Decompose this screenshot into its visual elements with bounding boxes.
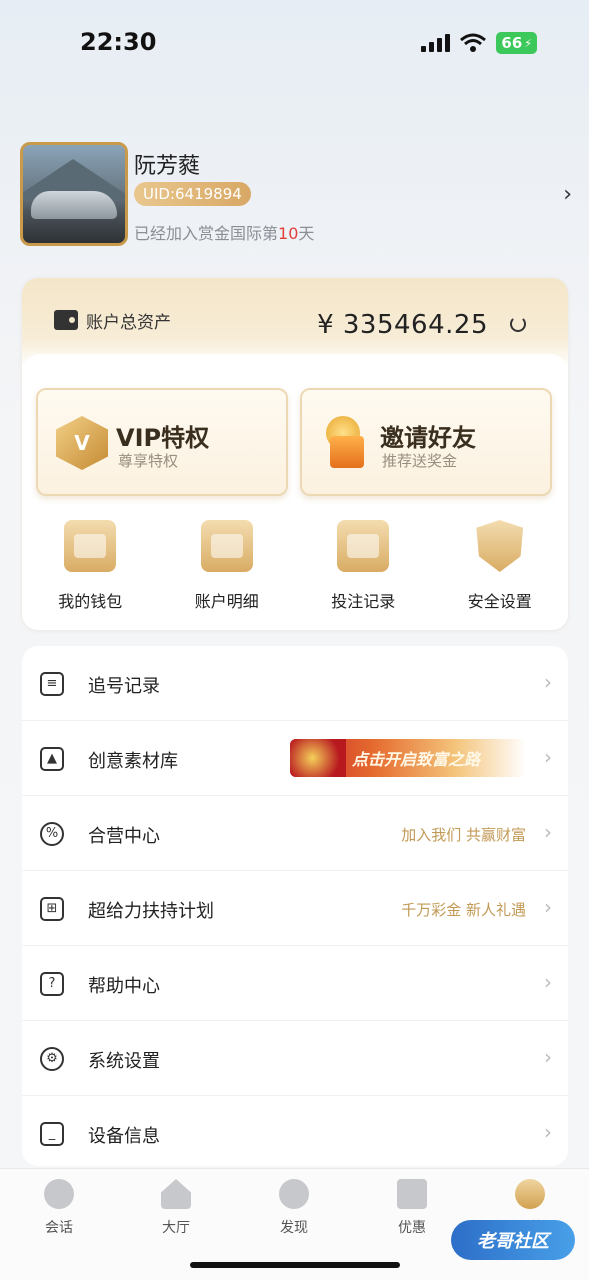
menu-item-partner-center[interactable]: % 合营中心 加入我们 共赢财富 › [22, 796, 568, 871]
tab-label: 优惠 [398, 1220, 426, 1236]
device-icon: _ [40, 1122, 64, 1146]
tab-label: 发现 [280, 1220, 308, 1236]
watermark-logo: 老哥社区 [451, 1220, 575, 1260]
user-name: 阮芳蕤 [134, 154, 201, 179]
chevron-right-icon: › [544, 970, 552, 994]
chat-icon [44, 1179, 74, 1209]
chevron-right-icon: › [544, 895, 552, 919]
promo-title: VIP特权 [116, 424, 210, 452]
wifi-icon [460, 33, 487, 52]
battery-icon: 66 ⚡ [496, 32, 537, 54]
discover-icon [279, 1179, 309, 1209]
home-icon [161, 1179, 191, 1209]
menu-hint: 千万彩金 新人礼遇 [401, 901, 526, 919]
tab-label: 会话 [45, 1220, 73, 1236]
menu-label: 帮助中心 [88, 976, 160, 997]
profile-header[interactable]: 阮芳蕤 UID:6419894 已经加入赏金国际第10天 › [20, 142, 580, 252]
wallet-icon [64, 520, 117, 572]
signal-icon [421, 34, 451, 52]
image-icon: ▲ [40, 747, 64, 771]
shortcut-account-details[interactable]: 账户明细 [159, 512, 296, 622]
shortcut-bet-records[interactable]: 投注记录 [295, 512, 432, 622]
refresh-icon[interactable] [510, 316, 526, 332]
shortcut-label: 投注记录 [331, 592, 396, 611]
asset-label: 账户总资产 [86, 313, 171, 333]
percent-icon: % [40, 822, 64, 846]
join-prefix: 已经加入赏金国际第 [134, 224, 279, 243]
shield-icon [476, 520, 524, 572]
vip-privilege-card[interactable]: V VIP特权 尊享特权 [36, 388, 288, 496]
uid-badge: UID:6419894 [134, 182, 251, 206]
menu-label: 设备信息 [88, 1126, 160, 1147]
shortcut-security-settings[interactable]: 安全设置 [432, 512, 569, 622]
shortcut-label: 安全设置 [467, 592, 532, 611]
menu-label: 超给力扶持计划 [88, 901, 214, 922]
join-info: 已经加入赏金国际第10天 [134, 220, 314, 244]
shortcut-wallet[interactable]: 我的钱包 [22, 512, 159, 622]
chevron-right-icon: › [544, 820, 552, 844]
status-time: 22:30 [80, 28, 157, 56]
banner-text: 点击开启致富之路 [352, 750, 481, 769]
vip-badge-icon: V [56, 416, 108, 470]
tab-label: 大厅 [162, 1220, 190, 1236]
chevron-right-icon: › [544, 1045, 552, 1069]
menu-hint: 加入我们 共赢财富 [401, 826, 526, 844]
asset-amount: ¥ 335464.25 [317, 310, 488, 340]
help-icon: ? [40, 972, 64, 996]
menu-item-support-plan[interactable]: ⊞ 超给力扶持计划 千万彩金 新人礼遇 › [22, 871, 568, 946]
gift-box-icon: ⊞ [40, 897, 64, 921]
promo-subtitle: 推荐送奖金 [382, 452, 458, 470]
invite-friends-card[interactable]: 邀请好友 推荐送奖金 [300, 388, 552, 496]
asset-card: 账户总资产 ¥ 335464.25 V VIP特权 尊享特权 邀请好友 推荐送奖… [22, 278, 568, 630]
wallet-icon [54, 310, 78, 330]
me-icon [515, 1179, 545, 1209]
menu-label: 系统设置 [88, 1051, 160, 1072]
settings-icon: ⚙ [40, 1047, 64, 1071]
menu-item-creative-library[interactable]: ▲ 创意素材库 点击开启致富之路 › [22, 721, 568, 796]
menu-item-device-info[interactable]: _ 设备信息 › [22, 1096, 568, 1171]
join-days: 10 [278, 224, 299, 243]
menu-label: 追号记录 [88, 676, 160, 697]
menu-item-system-settings[interactable]: ⚙ 系统设置 › [22, 1021, 568, 1096]
chevron-right-icon: › [544, 1120, 552, 1144]
gift-icon [320, 416, 372, 470]
home-indicator[interactable] [190, 1262, 400, 1268]
chevron-right-icon: › [544, 670, 552, 694]
tab-chat[interactable]: 会话 [19, 1179, 99, 1237]
menu-item-help-center[interactable]: ? 帮助中心 › [22, 946, 568, 1021]
chevron-right-icon: › [544, 745, 552, 769]
status-bar: 22:30 66 ⚡ [0, 0, 589, 88]
status-icons: 66 ⚡ [421, 32, 537, 54]
chevron-right-icon[interactable]: › [563, 182, 572, 207]
tab-lobby[interactable]: 大厅 [136, 1179, 216, 1237]
promo-banner[interactable]: 点击开启致富之路 [290, 739, 526, 777]
menu-label: 创意素材库 [88, 751, 178, 772]
tab-promotions[interactable]: 优惠 [372, 1179, 452, 1237]
coupon-icon [397, 1179, 427, 1209]
menu-list: ≡ 追号记录 › ▲ 创意素材库 点击开启致富之路 › % 合营中心 加入我们 … [22, 646, 568, 1166]
tab-discover[interactable]: 发现 [254, 1179, 334, 1237]
record-icon [337, 520, 390, 572]
menu-item-chase-records[interactable]: ≡ 追号记录 › [22, 646, 568, 721]
avatar[interactable] [20, 142, 128, 246]
menu-label: 合营中心 [88, 826, 160, 847]
search-doc-icon: ≡ [40, 672, 64, 696]
bill-icon [200, 520, 253, 572]
asset-summary: 账户总资产 ¥ 335464.25 [22, 278, 568, 358]
banner-image [290, 739, 346, 777]
join-suffix: 天 [298, 224, 315, 243]
asset-actions: V VIP特权 尊享特权 邀请好友 推荐送奖金 我的钱包 账户明细 投注记录 安… [22, 354, 568, 630]
shortcut-grid: 我的钱包 账户明细 投注记录 安全设置 [22, 512, 568, 622]
shortcut-label: 我的钱包 [58, 592, 123, 611]
battery-level: 66 [501, 34, 523, 52]
promo-title: 邀请好友 [380, 424, 476, 452]
shortcut-label: 账户明细 [194, 592, 259, 611]
promo-subtitle: 尊享特权 [118, 452, 179, 470]
